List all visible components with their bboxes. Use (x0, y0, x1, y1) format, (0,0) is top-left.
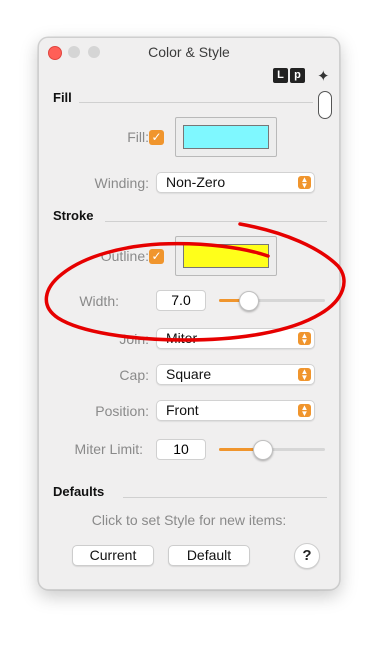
width-label: Width: (79, 293, 119, 309)
color-style-window: Color & Style L p ✦ Fill Fill: ✓ Winding… (38, 37, 340, 590)
width-slider[interactable] (219, 291, 325, 311)
miter-limit-slider[interactable] (219, 440, 325, 460)
fill-label: Fill: (127, 129, 149, 145)
miter-limit-label: Miter Limit: (74, 441, 143, 457)
chevron-updown-icon: ▲ ▼ (298, 404, 311, 418)
fill-color-swatch (183, 125, 269, 149)
join-value: Miter (166, 330, 198, 346)
join-popup[interactable]: Miter ▲ ▼ (156, 328, 315, 349)
help-button[interactable]: ? (294, 543, 320, 569)
winding-popup[interactable]: Non-Zero ▲ ▼ (156, 172, 315, 193)
cap-value: Square (166, 366, 212, 382)
title-bar: Color & Style (39, 38, 339, 66)
fill-divider (79, 102, 313, 103)
position-label: Position: (95, 403, 149, 419)
outline-checkbox[interactable]: ✓ (149, 249, 164, 264)
fill-color-well[interactable] (175, 117, 277, 157)
window-title: Color & Style (148, 44, 230, 60)
chevron-updown-icon: ▲ ▼ (298, 176, 311, 190)
position-value: Front (166, 402, 199, 418)
width-field[interactable]: 7.0 (156, 290, 206, 311)
stroke-divider (105, 221, 327, 222)
cap-label: Cap: (119, 367, 149, 383)
lp-logo: L p (273, 68, 305, 84)
position-popup[interactable]: Front ▲ ▼ (156, 400, 315, 421)
outline-label: Outline: (100, 248, 149, 264)
defaults-hint: Click to set Style for new items: (91, 512, 287, 528)
logo-letter-p: p (290, 68, 305, 83)
chevron-updown-icon: ▲ ▼ (298, 332, 311, 346)
outline-color-swatch (183, 244, 269, 268)
join-label: Join: (119, 331, 149, 347)
miter-limit-field[interactable]: 10 (156, 439, 206, 460)
sparkle-icon[interactable]: ✦ (317, 67, 330, 85)
stroke-section-title: Stroke (53, 208, 94, 223)
default-button[interactable]: Default (168, 545, 250, 566)
miter-slider-knob[interactable] (253, 440, 273, 460)
chevron-updown-icon: ▲ ▼ (298, 368, 311, 382)
scroll-indicator[interactable] (318, 91, 332, 119)
defaults-section-title: Defaults (53, 484, 105, 499)
winding-value: Non-Zero (166, 174, 226, 190)
cap-popup[interactable]: Square ▲ ▼ (156, 364, 315, 385)
outline-color-well[interactable] (175, 236, 277, 276)
fill-checkbox[interactable]: ✓ (149, 130, 164, 145)
logo-letter-l: L (273, 68, 288, 83)
defaults-divider (123, 497, 327, 498)
current-button[interactable]: Current (72, 545, 154, 566)
winding-label: Winding: (94, 175, 149, 191)
fill-section-title: Fill (53, 90, 72, 105)
width-slider-knob[interactable] (239, 291, 259, 311)
